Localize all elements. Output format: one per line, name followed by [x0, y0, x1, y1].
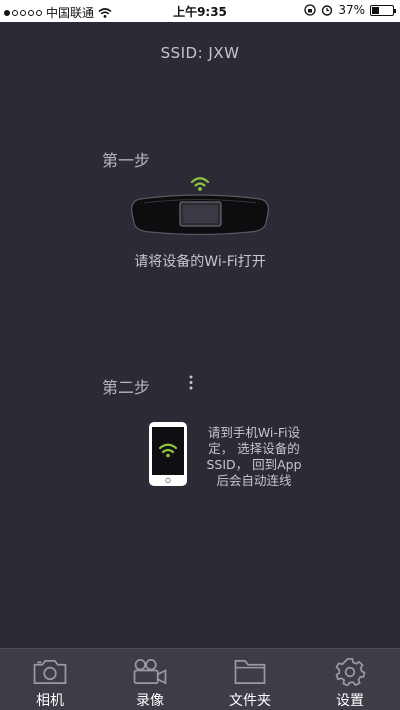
status-right: 37%	[304, 3, 396, 17]
phone-wifi-icon	[149, 422, 187, 486]
step-two-caption-line: SSID， 回到App	[206, 457, 302, 472]
rotation-lock-icon	[304, 4, 316, 16]
tab-folder[interactable]: 文件夹	[200, 649, 300, 710]
ssid-title: SSID: JXW	[160, 44, 240, 62]
folder-icon	[234, 659, 266, 684]
tab-folder-label: 文件夹	[229, 693, 271, 709]
step-two-caption-line: 定， 选择设备的	[208, 441, 300, 456]
rearview-mirror-device-icon	[131, 194, 269, 235]
status-bar: 中国联通 上午9:35 37%	[0, 0, 400, 22]
tab-settings[interactable]: 设置	[300, 649, 400, 710]
alarm-icon	[322, 5, 333, 16]
battery-icon	[370, 4, 396, 16]
step-one-label: 第一步	[102, 151, 151, 170]
bottom-tab-bar: 相机 录像 文件夹 设置	[0, 648, 400, 710]
camera-icon	[33, 659, 67, 684]
tab-camera[interactable]: 相机	[0, 649, 100, 710]
step-two-label: 第二步	[102, 378, 151, 397]
tab-camera-label: 相机	[36, 693, 64, 709]
tab-video-label: 录像	[136, 693, 164, 709]
battery-percent: 37%	[338, 3, 365, 17]
step-two-caption-line: 请到手机Wi-Fi设	[207, 425, 301, 440]
tab-settings-label: 设置	[336, 693, 364, 709]
video-camera-icon	[133, 659, 167, 685]
gear-icon	[335, 658, 366, 686]
step-two-caption-line: 后会自动连线	[216, 473, 292, 488]
tab-video[interactable]: 录像	[100, 649, 200, 710]
step-one-caption: 请将设备的Wi-Fi打开	[134, 254, 266, 270]
step-two-caption: 请到手机Wi-Fi设 定， 选择设备的 SSID， 回到App 后会自动连线	[198, 425, 310, 489]
more-options-icon[interactable]	[188, 374, 194, 392]
wifi-signal-icon	[190, 177, 210, 191]
